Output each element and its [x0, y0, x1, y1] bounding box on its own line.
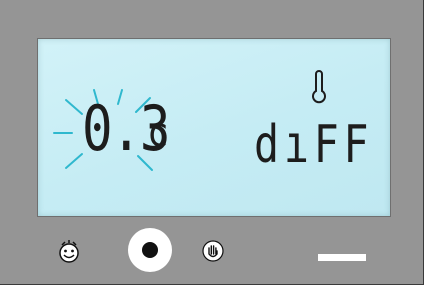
face-icon	[59, 240, 79, 263]
unit-label: c	[147, 110, 169, 156]
record-button[interactable]	[128, 228, 172, 272]
face-button[interactable]	[56, 239, 82, 263]
thermostat-panel: 0.3 c dıFF	[0, 0, 424, 285]
hand-button[interactable]	[200, 239, 226, 263]
record-dot-icon	[142, 242, 158, 258]
thermometer-icon	[312, 70, 326, 104]
dash-bar[interactable]	[318, 254, 366, 261]
hand-icon	[202, 240, 224, 262]
parameter-label: dıFF	[254, 115, 374, 175]
